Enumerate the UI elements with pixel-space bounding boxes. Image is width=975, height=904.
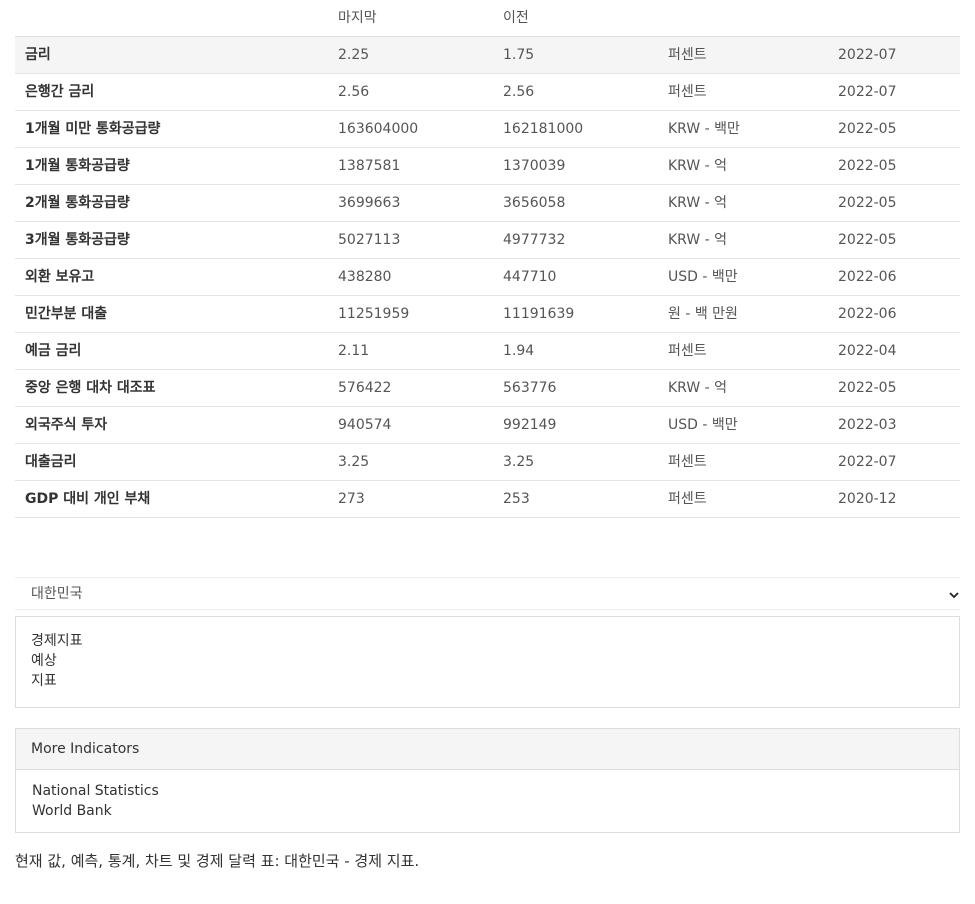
table-row[interactable]: 2개월 통화공급량 3699663 3656058 KRW - 억 2022-05 bbox=[15, 185, 960, 222]
table-header: 마지막 이전 bbox=[15, 0, 960, 37]
table-row[interactable]: 예금 금리 2.11 1.94 퍼센트 2022-04 bbox=[15, 333, 960, 370]
unit: KRW - 백만 bbox=[668, 121, 740, 137]
reference-date: 2022-07 bbox=[838, 84, 897, 100]
reference-date: 2022-05 bbox=[838, 121, 897, 137]
indicator-links-box: 경제지표 예상 지표 bbox=[15, 616, 960, 708]
link-national-statistics[interactable]: National Statistics bbox=[32, 781, 159, 801]
reference-date: 2022-05 bbox=[838, 380, 897, 396]
previous-value: 3656058 bbox=[503, 195, 566, 211]
indicator-name[interactable]: GDP 대비 개인 부채 bbox=[25, 481, 150, 517]
link-world-bank[interactable]: World Bank bbox=[32, 801, 112, 821]
reference-date: 2022-03 bbox=[838, 417, 897, 433]
link-indicators[interactable]: 지표 bbox=[31, 671, 57, 691]
last-value: 940574 bbox=[338, 417, 392, 433]
indicator-name[interactable]: 대출금리 bbox=[25, 444, 77, 480]
country-select[interactable]: 대한민국 bbox=[15, 577, 960, 610]
table-row[interactable]: 1개월 미만 통화공급량 163604000 162181000 KRW - 백만 20… bbox=[15, 111, 960, 148]
table-row[interactable]: 금리 2.25 1.75 퍼센트 2022-07 bbox=[15, 37, 960, 74]
more-indicators-panel: More Indicators National Statistics Worl… bbox=[15, 728, 960, 833]
indicator-name[interactable]: 중앙 은행 대차 대조표 bbox=[25, 370, 156, 406]
unit: 퍼센트 bbox=[668, 84, 707, 100]
last-value: 273 bbox=[338, 491, 365, 507]
last-value: 3.25 bbox=[338, 454, 370, 470]
unit: KRW - 억 bbox=[668, 158, 728, 174]
indicator-name[interactable]: 1개월 미만 통화공급량 bbox=[25, 111, 160, 147]
previous-value: 162181000 bbox=[503, 121, 584, 137]
previous-value: 1.94 bbox=[503, 343, 535, 359]
column-header-previous: 이전 bbox=[503, 10, 529, 26]
indicator-name[interactable]: 외국주식 투자 bbox=[25, 407, 107, 443]
reference-date: 2022-04 bbox=[838, 343, 897, 359]
previous-value: 1370039 bbox=[503, 158, 566, 174]
table-row[interactable]: 외환 보유고 438280 447710 USD - 백만 2022-06 bbox=[15, 259, 960, 296]
table-row[interactable]: 1개월 통화공급량 1387581 1370039 KRW - 억 2022-05 bbox=[15, 148, 960, 185]
last-value: 163604000 bbox=[338, 121, 419, 137]
table-row[interactable]: GDP 대비 개인 부채 273 253 퍼센트 2020-12 bbox=[15, 481, 960, 518]
link-forecast[interactable]: 예상 bbox=[31, 651, 57, 671]
country-select-value: 대한민국 bbox=[31, 586, 83, 602]
reference-date: 2022-05 bbox=[838, 195, 897, 211]
unit: 퍼센트 bbox=[668, 491, 707, 507]
reference-date: 2022-07 bbox=[838, 47, 897, 63]
reference-date: 2020-12 bbox=[838, 491, 897, 507]
indicator-name[interactable]: 외환 보유고 bbox=[25, 259, 94, 295]
table-row[interactable]: 외국주식 투자 940574 992149 USD - 백만 2022-03 bbox=[15, 407, 960, 444]
previous-value: 3.25 bbox=[503, 454, 535, 470]
more-indicators-title: More Indicators bbox=[31, 741, 140, 757]
previous-value: 1.75 bbox=[503, 47, 535, 63]
table-row[interactable]: 은행간 금리 2.56 2.56 퍼센트 2022-07 bbox=[15, 74, 960, 111]
unit: 원 - 백 만원 bbox=[668, 306, 738, 322]
unit: 퍼센트 bbox=[668, 343, 707, 359]
table-row[interactable]: 대출금리 3.25 3.25 퍼센트 2022-07 bbox=[15, 444, 960, 481]
previous-value: 563776 bbox=[503, 380, 557, 396]
unit: USD - 백만 bbox=[668, 269, 738, 285]
chevron-down-icon bbox=[948, 578, 960, 610]
table-row[interactable]: 민간부분 대출 11251959 11191639 원 - 백 만원 2022-06 bbox=[15, 296, 960, 333]
unit: 퍼센트 bbox=[668, 47, 707, 63]
indicator-name[interactable]: 금리 bbox=[25, 37, 51, 73]
unit: USD - 백만 bbox=[668, 417, 738, 433]
unit: KRW - 억 bbox=[668, 232, 728, 248]
previous-value: 253 bbox=[503, 491, 530, 507]
more-indicators-header: More Indicators bbox=[16, 729, 959, 770]
indicator-name[interactable]: 2개월 통화공급량 bbox=[25, 185, 130, 221]
previous-value: 4977732 bbox=[503, 232, 566, 248]
last-value: 2.11 bbox=[338, 343, 370, 359]
previous-value: 11191639 bbox=[503, 306, 575, 322]
reference-date: 2022-06 bbox=[838, 306, 897, 322]
last-value: 1387581 bbox=[338, 158, 401, 174]
previous-value: 447710 bbox=[503, 269, 557, 285]
indicator-name[interactable]: 예금 금리 bbox=[25, 333, 81, 369]
last-value: 2.25 bbox=[338, 47, 370, 63]
unit: KRW - 억 bbox=[668, 380, 728, 396]
reference-date: 2022-05 bbox=[838, 158, 897, 174]
indicator-name[interactable]: 민간부분 대출 bbox=[25, 296, 107, 332]
column-header-last: 마지막 bbox=[338, 10, 377, 26]
previous-value: 2.56 bbox=[503, 84, 535, 100]
indicator-name[interactable]: 3개월 통화공급량 bbox=[25, 222, 130, 258]
last-value: 438280 bbox=[338, 269, 392, 285]
indicator-name[interactable]: 은행간 금리 bbox=[25, 74, 94, 110]
unit: KRW - 억 bbox=[668, 195, 728, 211]
last-value: 3699663 bbox=[338, 195, 401, 211]
unit: 퍼센트 bbox=[668, 454, 707, 470]
link-economic-indicators[interactable]: 경제지표 bbox=[31, 631, 83, 651]
last-value: 576422 bbox=[338, 380, 392, 396]
table-row[interactable]: 3개월 통화공급량 5027113 4977732 KRW - 억 2022-05 bbox=[15, 222, 960, 259]
reference-date: 2022-06 bbox=[838, 269, 897, 285]
table-row[interactable]: 중앙 은행 대차 대조표 576422 563776 KRW - 억 2022-05 bbox=[15, 370, 960, 407]
last-value: 5027113 bbox=[338, 232, 401, 248]
previous-value: 992149 bbox=[503, 417, 557, 433]
reference-date: 2022-07 bbox=[838, 454, 897, 470]
indicators-table: 마지막 이전 금리 2.25 1.75 퍼센트 2022-07 은행간 금리 2.56 2.5… bbox=[15, 0, 960, 518]
last-value: 11251959 bbox=[338, 306, 410, 322]
indicator-name[interactable]: 1개월 통화공급량 bbox=[25, 148, 130, 184]
reference-date: 2022-05 bbox=[838, 232, 897, 248]
page-description: 현재 값, 예측, 통계, 차트 및 경제 달력 표: 대한민국 - 경제 지표… bbox=[15, 852, 420, 870]
last-value: 2.56 bbox=[338, 84, 370, 100]
